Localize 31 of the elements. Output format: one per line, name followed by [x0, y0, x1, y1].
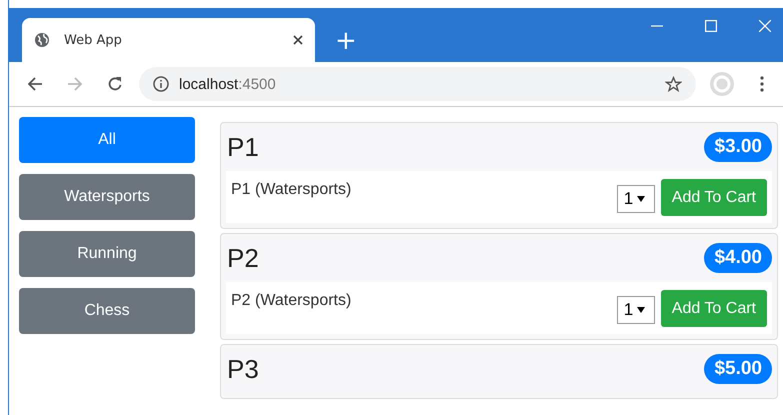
address-bar[interactable]: localhost:4500: [139, 67, 696, 101]
star-icon[interactable]: [665, 76, 682, 92]
tab-title: Web App: [64, 32, 123, 48]
close-icon[interactable]: [293, 35, 303, 45]
product-description: P1 (Watersports): [231, 181, 352, 199]
price-badge: $5.00: [704, 354, 772, 384]
product-name: P1: [227, 132, 259, 162]
back-arrow-icon[interactable]: [27, 76, 43, 92]
category-button[interactable]: Chess: [19, 288, 195, 334]
menu-icon[interactable]: [760, 76, 764, 92]
product-description: P2 (Watersports): [231, 292, 352, 310]
url-text: localhost:4500: [179, 76, 277, 92]
maximize-icon[interactable]: [705, 20, 717, 32]
new-tab-button[interactable]: +: [335, 28, 357, 54]
price-badge: $3.00: [704, 132, 772, 162]
browser-tab[interactable]: Web App: [22, 18, 315, 62]
caret-icon: [637, 307, 646, 313]
add-to-cart-button[interactable]: Add To Cart: [660, 179, 767, 216]
category-button[interactable]: Running: [19, 231, 195, 277]
category-button[interactable]: All: [19, 117, 195, 163]
globe-icon: [34, 32, 50, 48]
product-name: P2: [227, 242, 259, 274]
reload-icon[interactable]: [107, 76, 123, 92]
price-badge: $4.00: [704, 243, 772, 273]
quantity-select[interactable]: 1: [616, 185, 655, 213]
product-name: P3: [227, 354, 259, 384]
caret-icon: [637, 196, 646, 202]
quantity-select[interactable]: 1: [616, 296, 655, 324]
category-button[interactable]: Watersports: [19, 174, 195, 220]
add-to-cart-button[interactable]: Add To Cart: [660, 290, 767, 327]
info-icon: [153, 76, 169, 92]
